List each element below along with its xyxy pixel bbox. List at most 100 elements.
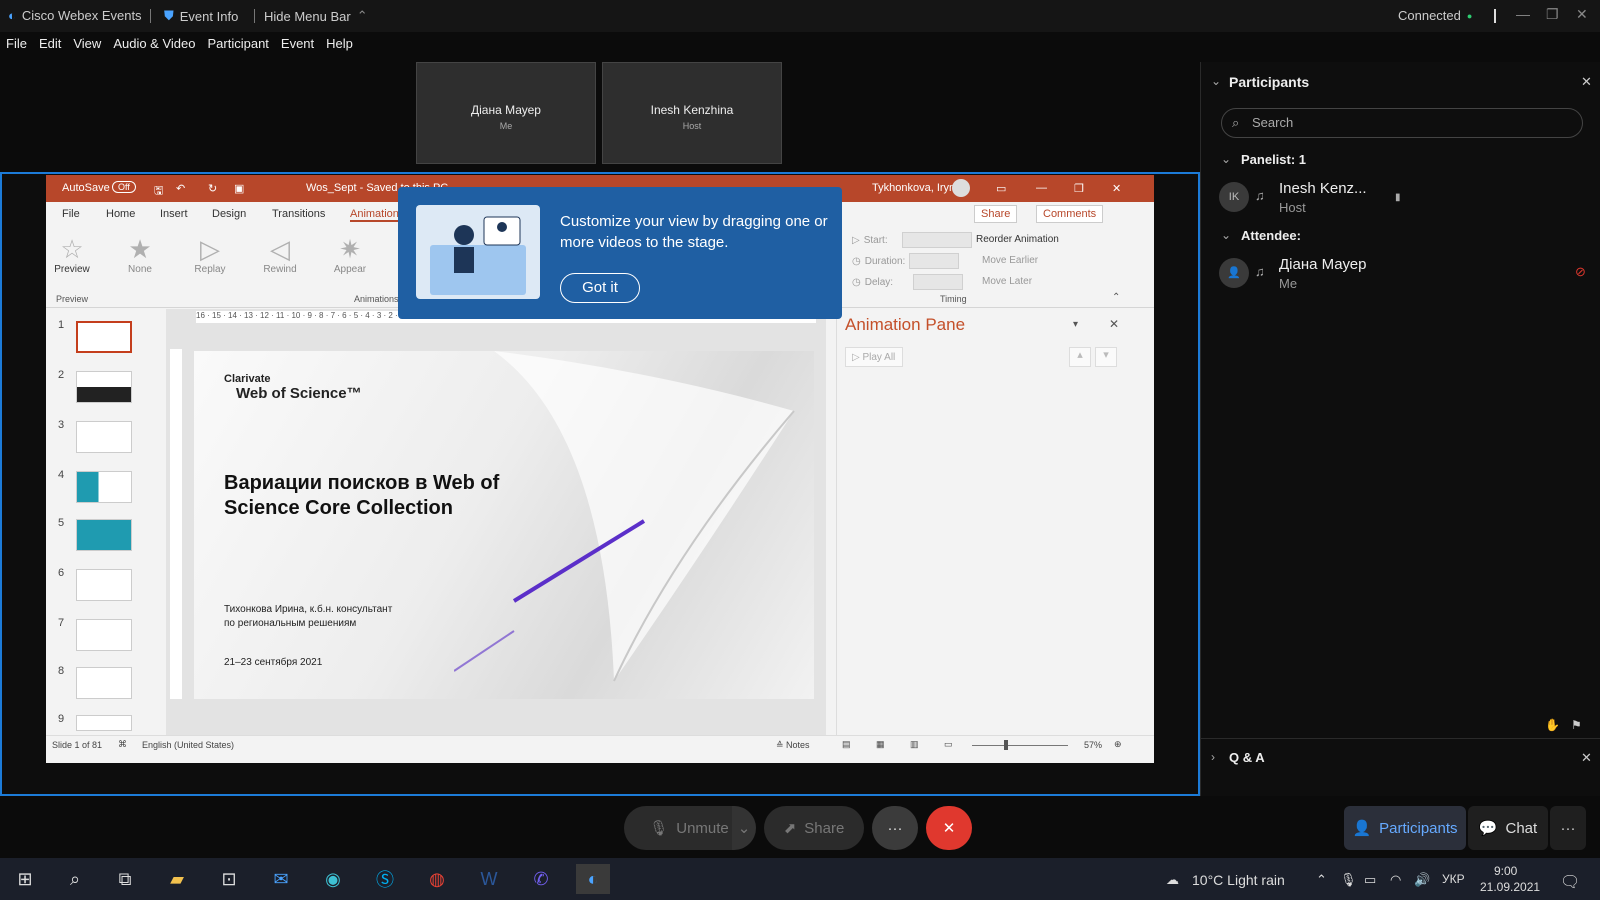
- play-all-button[interactable]: ▷ Play All: [845, 347, 903, 367]
- slide-thumb-1[interactable]: [76, 321, 132, 353]
- file-explorer-icon[interactable]: ▰: [160, 864, 194, 894]
- slide-sorter-icon[interactable]: ▦: [876, 739, 885, 750]
- anim-none-button[interactable]: ★ None: [110, 234, 170, 275]
- menu-view[interactable]: View: [67, 36, 107, 58]
- slide-thumbnails[interactable]: 1 2 3 4 5 6 7 8 9: [46, 309, 164, 735]
- start-presentation-icon[interactable]: ▣: [234, 182, 244, 195]
- attendee-section-header[interactable]: Attendee:: [1241, 228, 1301, 243]
- tab-insert[interactable]: Insert: [160, 208, 188, 220]
- windows-start-icon[interactable]: ⊞: [8, 864, 42, 894]
- notes-button[interactable]: ≙ Notes: [776, 740, 810, 751]
- slideshow-icon[interactable]: ▭: [944, 739, 953, 750]
- menu-edit[interactable]: Edit: [33, 36, 67, 58]
- battery-icon[interactable]: ▭: [1364, 872, 1376, 888]
- zoom-slider[interactable]: [972, 745, 1068, 746]
- video-tile-host[interactable]: Inesh Kenzhina Host: [602, 62, 782, 164]
- weather-icon[interactable]: ☁: [1166, 872, 1179, 888]
- move-earlier-button[interactable]: Move Earlier: [982, 255, 1038, 266]
- timing-duration[interactable]: ◷ Duration:: [852, 253, 960, 269]
- move-up-icon[interactable]: ▴: [1069, 347, 1091, 367]
- pane-options-icon[interactable]: ▾: [1073, 319, 1078, 330]
- tab-home[interactable]: Home: [106, 208, 135, 220]
- chevron-down-icon[interactable]: ⌄: [1221, 228, 1231, 242]
- muted-mic-icon[interactable]: ⊘: [1575, 264, 1586, 280]
- menu-file[interactable]: File: [0, 36, 33, 58]
- undo-icon[interactable]: ↶: [176, 182, 185, 195]
- slide-thumb-9[interactable]: [76, 715, 132, 731]
- mail-icon[interactable]: ✉: [264, 864, 298, 894]
- restore-icon[interactable]: ❐: [1546, 6, 1559, 23]
- panelist-name[interactable]: Inesh Kenz...: [1279, 180, 1367, 197]
- chrome-icon[interactable]: ◍: [420, 864, 454, 894]
- move-later-button[interactable]: Move Later: [982, 276, 1032, 287]
- minimize-icon[interactable]: —: [1516, 6, 1530, 22]
- timing-delay[interactable]: ◷ Delay:: [852, 274, 964, 290]
- reactions-icon[interactable]: ⚑: [1571, 718, 1582, 732]
- slide-thumb-8[interactable]: [76, 667, 132, 699]
- got-it-button[interactable]: Got it: [560, 273, 640, 303]
- tab-animations[interactable]: Animations: [350, 208, 405, 222]
- event-info-button[interactable]: ⛊ Event Info: [164, 8, 238, 24]
- task-view-icon[interactable]: ⧉: [108, 864, 142, 894]
- tab-transitions[interactable]: Transitions: [272, 208, 325, 220]
- comments-button[interactable]: Comments: [1036, 205, 1104, 223]
- audio-options-dropdown[interactable]: ⌄: [732, 806, 756, 850]
- slide-thumb-7[interactable]: [76, 619, 132, 651]
- slide-thumb-6[interactable]: [76, 569, 132, 601]
- ribbon-display-icon[interactable]: ▭: [996, 182, 1006, 195]
- collapse-ribbon-icon[interactable]: ⌃: [1112, 292, 1120, 303]
- ppt-restore-icon[interactable]: ❐: [1074, 182, 1084, 195]
- viber-icon[interactable]: ✆: [524, 864, 558, 894]
- close-pane-icon[interactable]: ✕: [1109, 317, 1119, 331]
- fit-to-window-icon[interactable]: ⊕: [1114, 739, 1122, 750]
- edge-icon[interactable]: ◉: [316, 864, 350, 894]
- accessibility-icon[interactable]: ⌘: [118, 739, 127, 750]
- zoom-level[interactable]: 57%: [1084, 740, 1102, 750]
- slide-thumb-3[interactable]: [76, 421, 132, 453]
- chevron-right-icon[interactable]: ›: [1211, 750, 1215, 764]
- user-avatar[interactable]: [952, 179, 970, 197]
- tab-file[interactable]: File: [62, 208, 80, 220]
- volume-icon[interactable]: 🔊: [1414, 872, 1430, 888]
- anim-rewind-button[interactable]: ◁ Rewind: [250, 234, 310, 275]
- move-down-icon[interactable]: ▾: [1095, 347, 1117, 367]
- raise-hand-icon[interactable]: ✋: [1545, 718, 1560, 732]
- autosave-toggle[interactable]: Off: [112, 181, 136, 193]
- weather-text[interactable]: 10°C Light rain: [1192, 872, 1285, 888]
- webex-taskbar-icon[interactable]: ◐: [576, 864, 610, 894]
- language-status[interactable]: English (United States): [142, 740, 234, 750]
- clock-date[interactable]: 21.09.2021: [1480, 880, 1540, 894]
- word-icon[interactable]: W: [472, 864, 506, 894]
- hide-menu-bar-button[interactable]: Hide Menu Bar ⌃: [264, 8, 368, 24]
- timing-start[interactable]: ▷ Start:: [852, 232, 972, 248]
- tab-design[interactable]: Design: [212, 208, 246, 220]
- chevron-down-icon[interactable]: ⌄: [1221, 152, 1231, 166]
- more-options-button[interactable]: ···: [872, 806, 918, 850]
- notifications-icon[interactable]: 🗨: [1560, 872, 1580, 892]
- slide-editor[interactable]: 16 · 15 · 14 · 13 · 12 · 11 · 10 · 9 · 8…: [166, 309, 826, 735]
- zoom-slider-thumb[interactable]: [1004, 740, 1008, 750]
- chat-button[interactable]: 💬 Chat: [1468, 806, 1548, 850]
- current-slide[interactable]: Clarivate Web of Science™ Вариации поиск…: [194, 351, 814, 699]
- menu-help[interactable]: Help: [320, 36, 359, 58]
- save-icon[interactable]: 🖫: [154, 182, 163, 201]
- mic-tray-icon[interactable]: 🎙: [1340, 872, 1357, 888]
- chevron-down-icon[interactable]: ⌄: [1211, 74, 1221, 88]
- share-button[interactable]: Share: [974, 205, 1018, 223]
- keyboard-language[interactable]: УКР: [1442, 872, 1465, 886]
- qa-section-header[interactable]: Q & A: [1229, 750, 1265, 765]
- participant-search-input[interactable]: ⌕ Search: [1221, 108, 1583, 138]
- clock-time[interactable]: 9:00: [1494, 864, 1517, 878]
- close-qa-icon[interactable]: ✕: [1581, 750, 1592, 766]
- slide-thumb-5[interactable]: [76, 519, 132, 551]
- redo-icon[interactable]: ↻: [208, 182, 217, 195]
- skype-icon[interactable]: Ⓢ: [368, 864, 402, 894]
- share-button[interactable]: ⬈ Share: [764, 806, 864, 850]
- attendee-name[interactable]: Діана Мауер: [1279, 256, 1366, 273]
- preview-button[interactable]: ☆ Preview: [42, 234, 102, 275]
- normal-view-icon[interactable]: ▤: [842, 739, 851, 750]
- search-icon[interactable]: ⌕: [58, 864, 92, 894]
- reading-view-icon[interactable]: ▥: [910, 739, 919, 750]
- participants-toggle-button[interactable]: 👤 Participants: [1344, 806, 1466, 850]
- wifi-icon[interactable]: ◠: [1390, 872, 1401, 888]
